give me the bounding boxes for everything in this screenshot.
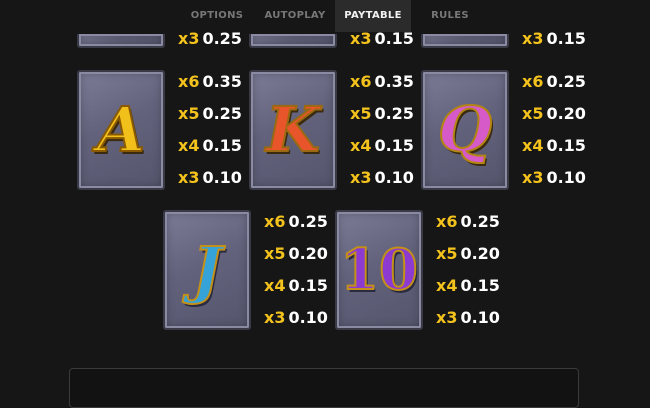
pay-amount: 0.20 bbox=[460, 244, 500, 263]
paytable-row: x6 0.25 bbox=[522, 72, 586, 92]
multiplier: x5 bbox=[522, 104, 544, 123]
paytable-row: x3 0.10 bbox=[264, 308, 328, 328]
pay-amount: 0.15 bbox=[374, 136, 414, 155]
multiplier: x3 bbox=[522, 29, 544, 48]
symbol-10-icon: 10 bbox=[339, 236, 419, 304]
paytable-row: x5 0.25 bbox=[350, 104, 414, 124]
pay-amount: 0.35 bbox=[374, 72, 414, 91]
paytable-row: x3 0.15 bbox=[522, 29, 586, 49]
paytable-row: x4 0.15 bbox=[264, 276, 328, 296]
multiplier: x4 bbox=[522, 136, 544, 155]
paytable-row: x3 0.10 bbox=[436, 308, 500, 328]
paytable-row: x6 0.35 bbox=[178, 72, 242, 92]
tab-rules[interactable]: RULES bbox=[420, 0, 480, 32]
paytable-q: x6 0.25 x5 0.20 x4 0.15 x3 0.10 bbox=[522, 72, 602, 196]
pay-amount: 0.15 bbox=[546, 136, 586, 155]
paytable-row: x6 0.25 bbox=[436, 212, 500, 232]
symbol-tile-a: A bbox=[77, 70, 165, 190]
pay-amount: 0.25 bbox=[202, 29, 242, 48]
symbol-tile-partial bbox=[421, 34, 509, 48]
pay-amount: 0.25 bbox=[460, 212, 500, 231]
pay-amount: 0.10 bbox=[546, 168, 586, 187]
paytable-row: x5 0.25 bbox=[178, 104, 242, 124]
pay-amount: 0.25 bbox=[546, 72, 586, 91]
multiplier: x6 bbox=[178, 72, 200, 91]
multiplier: x5 bbox=[436, 244, 458, 263]
pay-amount: 0.10 bbox=[374, 168, 414, 187]
paytable-10: x6 0.25 x5 0.20 x4 0.15 x3 0.10 bbox=[436, 212, 516, 336]
pay-amount: 0.20 bbox=[546, 104, 586, 123]
info-panel bbox=[69, 368, 579, 408]
pay-amount: 0.15 bbox=[374, 29, 414, 48]
symbol-tile-q: Q bbox=[421, 70, 509, 190]
symbol-tile-k: K bbox=[249, 70, 337, 190]
paytable-row: x4 0.15 bbox=[522, 136, 586, 156]
multiplier: x6 bbox=[522, 72, 544, 91]
tab-autoplay[interactable]: AUTOPLAY bbox=[262, 0, 328, 32]
symbol-tile-j: J bbox=[163, 210, 251, 330]
multiplier: x4 bbox=[436, 276, 458, 295]
paytable-row: x3 0.10 bbox=[178, 168, 242, 188]
pay-amount: 0.25 bbox=[374, 104, 414, 123]
multiplier: x6 bbox=[264, 212, 286, 231]
pay-amount: 0.15 bbox=[546, 29, 586, 48]
paytable-row: x3 0.10 bbox=[350, 168, 414, 188]
pay-amount: 0.10 bbox=[202, 168, 242, 187]
pay-amount: 0.20 bbox=[288, 244, 328, 263]
multiplier: x3 bbox=[436, 308, 458, 327]
multiplier: x5 bbox=[264, 244, 286, 263]
pay-amount: 0.10 bbox=[460, 308, 500, 327]
pay-amount: 0.15 bbox=[460, 276, 500, 295]
pay-amount: 0.15 bbox=[288, 276, 328, 295]
paytable-a: x6 0.35 x5 0.25 x4 0.15 x3 0.10 bbox=[178, 72, 258, 196]
symbol-tile-partial bbox=[77, 34, 165, 48]
symbol-tile-10: 10 bbox=[335, 210, 423, 330]
paytable-row: x5 0.20 bbox=[522, 104, 586, 124]
paytable-row: x4 0.15 bbox=[436, 276, 500, 296]
pay-amount: 0.35 bbox=[202, 72, 242, 91]
symbol-a-icon: A bbox=[96, 92, 146, 167]
multiplier: x4 bbox=[350, 136, 372, 155]
multiplier: x3 bbox=[178, 29, 200, 48]
multiplier: x3 bbox=[264, 308, 286, 327]
symbol-k-icon: K bbox=[265, 92, 321, 167]
paytable-k: x6 0.35 x5 0.25 x4 0.15 x3 0.10 bbox=[350, 72, 430, 196]
multiplier: x3 bbox=[350, 168, 372, 187]
pay-amount: 0.10 bbox=[288, 308, 328, 327]
symbol-j-icon: J bbox=[191, 232, 222, 307]
paytable-row: x6 0.35 bbox=[350, 72, 414, 92]
multiplier: x6 bbox=[350, 72, 372, 91]
multiplier: x4 bbox=[264, 276, 286, 295]
pay-amount: 0.25 bbox=[288, 212, 328, 231]
paytable-row: x6 0.25 bbox=[264, 212, 328, 232]
paytable-row: x5 0.20 bbox=[264, 244, 328, 264]
paytable-row: x4 0.15 bbox=[178, 136, 242, 156]
pay-amount: 0.25 bbox=[202, 104, 242, 123]
symbol-tile-partial bbox=[249, 34, 337, 48]
pay-amount: 0.15 bbox=[202, 136, 242, 155]
paytable-j: x6 0.25 x5 0.20 x4 0.15 x3 0.10 bbox=[264, 212, 344, 336]
paytable-row: x4 0.15 bbox=[350, 136, 414, 156]
multiplier: x3 bbox=[350, 29, 372, 48]
paytable-row: x3 0.25 bbox=[178, 29, 242, 49]
paytable-row: x3 0.15 bbox=[350, 29, 414, 49]
tab-bar: OPTIONS AUTOPLAY PAYTABLE RULES bbox=[0, 0, 650, 32]
tab-paytable[interactable]: PAYTABLE bbox=[335, 0, 411, 32]
symbol-q-icon: Q bbox=[437, 92, 493, 167]
multiplier: x4 bbox=[178, 136, 200, 155]
multiplier: x5 bbox=[350, 104, 372, 123]
multiplier: x5 bbox=[178, 104, 200, 123]
multiplier: x6 bbox=[436, 212, 458, 231]
tab-options[interactable]: OPTIONS bbox=[185, 0, 249, 32]
multiplier: x3 bbox=[522, 168, 544, 187]
paytable-row: x5 0.20 bbox=[436, 244, 500, 264]
multiplier: x3 bbox=[178, 168, 200, 187]
paytable-row: x3 0.10 bbox=[522, 168, 586, 188]
